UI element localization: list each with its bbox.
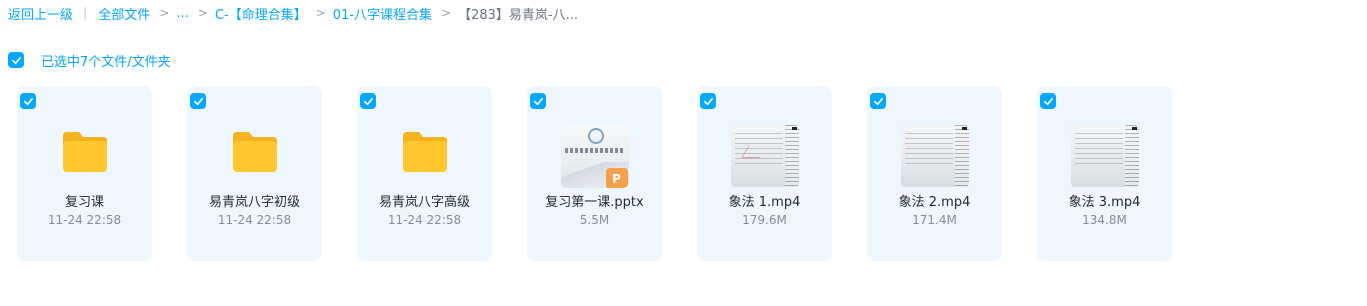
file-name: 易青岚八字高级 xyxy=(378,195,470,210)
item-checkbox[interactable] xyxy=(700,93,716,109)
selection-count-label: 已选中7个文件/文件夹 xyxy=(41,54,171,70)
file-card-video[interactable]: 象法 1.mp4 179.6M xyxy=(697,86,832,261)
item-checkbox[interactable] xyxy=(360,93,376,109)
thumbnail-sidebar xyxy=(784,125,799,187)
check-icon xyxy=(23,97,33,105)
file-date: 11-24 22:58 xyxy=(47,213,122,227)
breadcrumb-item-ellipsis[interactable]: ... xyxy=(176,6,188,21)
file-name: 象法 1.mp4 xyxy=(728,195,801,210)
file-card-video[interactable]: 象法 2.mp4 171.4M xyxy=(867,86,1002,261)
file-date: 11-24 22:58 xyxy=(217,213,292,227)
file-date: 11-24 22:58 xyxy=(387,213,462,227)
file-size: 134.8M xyxy=(1082,213,1127,227)
file-name: 复习课 xyxy=(64,195,104,210)
file-size: 179.6M xyxy=(742,213,787,227)
item-checkbox[interactable] xyxy=(530,93,546,109)
folder-icon xyxy=(402,132,447,172)
check-icon xyxy=(193,97,203,105)
breadcrumb-item-all-files[interactable]: 全部文件 xyxy=(98,4,150,23)
file-card-pptx[interactable]: P 复习第一课.pptx 5.5M xyxy=(527,86,662,261)
video-thumbnail xyxy=(900,125,969,187)
breadcrumb-item-mingli[interactable]: C-【命理合集】 xyxy=(215,4,307,23)
slide-title-graphic xyxy=(564,148,623,153)
file-card-video[interactable]: 象法 3.mp4 134.8M xyxy=(1037,86,1172,261)
ppt-icon: P xyxy=(605,168,628,188)
file-name: 易青岚八字初级 xyxy=(208,195,300,210)
breadcrumb: 返回上一级 | 全部文件 > ... > C-【命理合集】 > 01-八字课程合… xyxy=(8,4,578,23)
thumbnail-mark xyxy=(1131,127,1137,130)
chevron-right-icon: > xyxy=(197,6,208,20)
file-name: 象法 2.mp4 xyxy=(898,195,971,210)
item-checkbox[interactable] xyxy=(190,93,206,109)
back-link[interactable]: 返回上一级 xyxy=(8,4,73,23)
video-thumbnail xyxy=(730,125,799,187)
item-checkbox[interactable] xyxy=(870,93,886,109)
file-size: 5.5M xyxy=(579,213,610,227)
thumbnail-mark xyxy=(791,127,797,130)
file-size: 171.4M xyxy=(912,213,957,227)
chevron-right-icon: > xyxy=(315,6,326,20)
breadcrumb-current: 【283】易青岚-八... xyxy=(458,7,578,23)
video-thumbnail xyxy=(1070,125,1139,187)
file-name: 象法 3.mp4 xyxy=(1068,195,1141,210)
folder-icon xyxy=(232,132,277,172)
check-icon xyxy=(533,97,543,105)
check-icon xyxy=(363,97,373,105)
check-icon xyxy=(873,97,883,105)
select-all-row: 已选中7个文件/文件夹 xyxy=(8,51,171,70)
file-card-folder[interactable]: 易青岚八字初级 11-24 22:58 xyxy=(187,86,322,261)
chevron-right-icon: > xyxy=(441,6,452,20)
check-icon xyxy=(1043,97,1053,105)
thumbnail-sidebar xyxy=(1124,125,1139,187)
file-name: 复习第一课.pptx xyxy=(545,195,644,210)
breadcrumb-item-bazi[interactable]: 01-八字课程合集 xyxy=(333,4,432,23)
separator: | xyxy=(83,5,88,21)
file-card-folder[interactable]: 易青岚八字高级 11-24 22:58 xyxy=(357,86,492,261)
select-all-checkbox[interactable] xyxy=(8,52,24,68)
emblem-graphic xyxy=(587,128,604,144)
item-checkbox[interactable] xyxy=(1040,93,1056,109)
thumbnail-text-lines xyxy=(1074,133,1123,167)
folder-icon xyxy=(62,132,107,172)
check-icon xyxy=(11,56,21,64)
thumbnail-mark xyxy=(961,127,967,130)
ppt-thumbnail: P xyxy=(560,126,629,188)
chevron-right-icon: > xyxy=(159,6,170,20)
check-icon xyxy=(703,97,713,105)
thumbnail-text-lines xyxy=(904,133,953,167)
item-checkbox[interactable] xyxy=(20,93,36,109)
file-card-folder[interactable]: 复习课 11-24 22:58 xyxy=(17,86,152,261)
thumbnail-sidebar xyxy=(954,125,969,187)
